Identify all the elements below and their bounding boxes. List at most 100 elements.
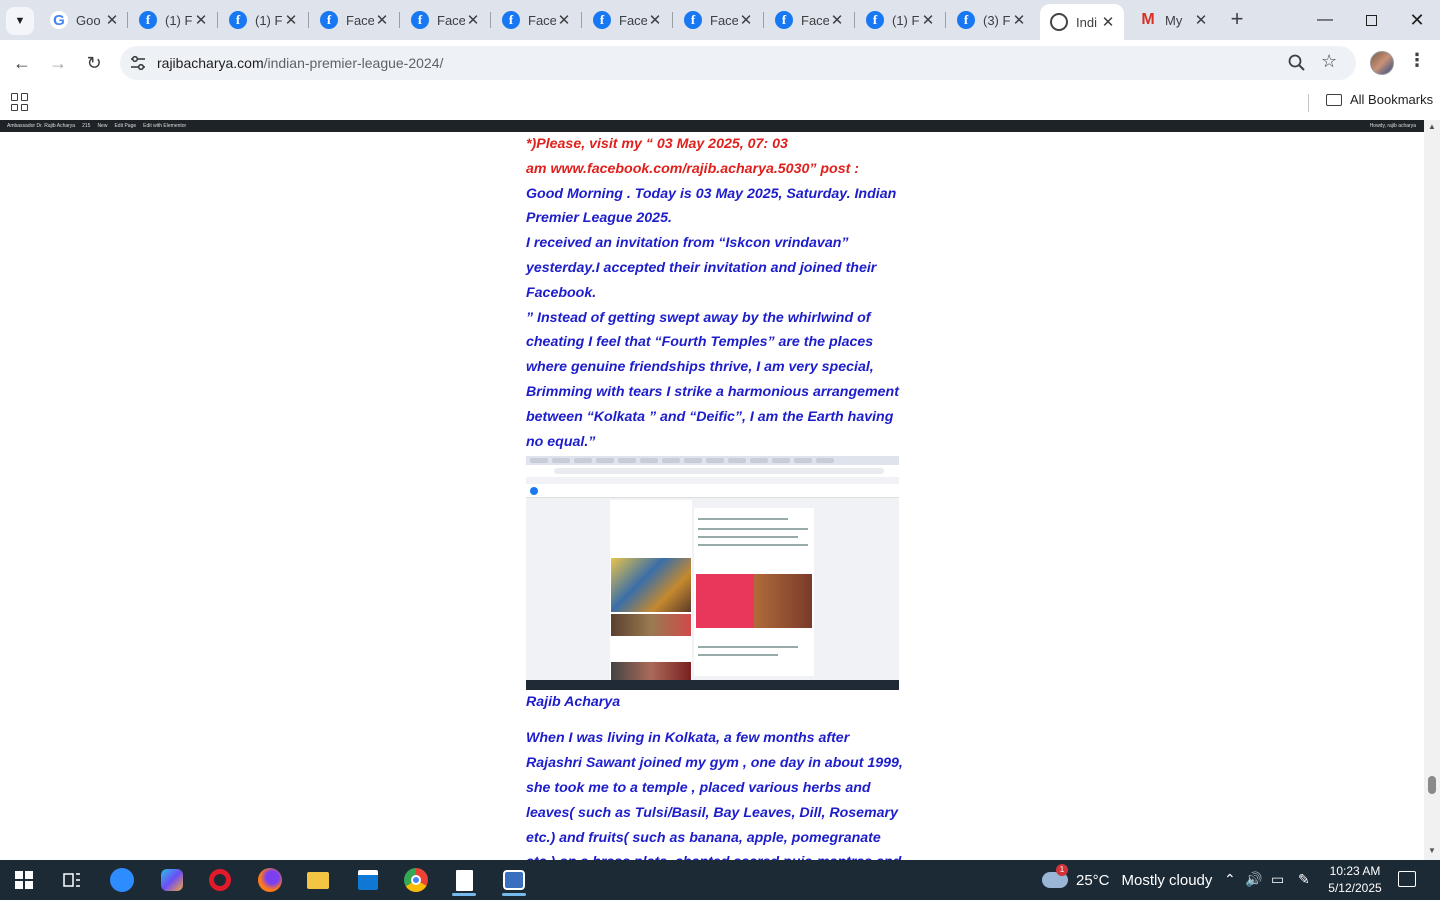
browser-tab[interactable]: f (3) F ✕ [947,4,1035,36]
article-paragraph: Brimming with tears I strike a harmoniou… [526,383,899,450]
network-icon[interactable]: ▭ [1271,871,1284,888]
firefox-icon[interactable] [250,864,290,896]
tab-close-icon[interactable]: ✕ [1011,11,1027,29]
browser-tab[interactable]: M My ✕ [1129,4,1217,36]
facebook-icon: f [775,11,793,29]
url-host: rajibacharya.com [157,55,264,71]
admin-bar-elementor[interactable]: Edit with Elementor [143,123,186,129]
opera-icon[interactable] [200,864,240,896]
browser-tab[interactable]: f Face ✕ [310,4,398,36]
address-bar[interactable]: rajibacharya.com/indian-premier-league-2… [120,46,1356,80]
facebook-icon: f [957,11,975,29]
close-icon: ✕ [1409,9,1425,30]
admin-bar-site-name[interactable]: Ambassador Dr. Rajib Acharya [7,123,75,129]
tab-separator [217,12,218,28]
system-clock[interactable]: 10:23 AM 5/12/2025 [1322,863,1388,897]
url-text[interactable]: rajibacharya.com/indian-premier-league-2… [157,55,443,71]
browser-tab[interactable]: f Face ✕ [765,4,853,36]
copilot-icon[interactable] [152,864,192,896]
tab-close-icon[interactable]: ✕ [283,11,299,29]
file-explorer-icon[interactable] [298,864,338,896]
new-tab-button[interactable]: + [1225,8,1249,32]
tab-close-icon[interactable]: ✕ [647,11,663,29]
tab-close-icon[interactable]: ✕ [1193,11,1209,29]
tab-title: My [1165,12,1183,28]
tab-close-icon[interactable]: ✕ [193,11,209,29]
windows-start-icon[interactable] [4,864,44,896]
article-body: *)Please, visit my “ 03 May 2025, 07: 03… [526,132,906,860]
browser-tab[interactable]: f Face ✕ [492,4,580,36]
bookmarks-divider [1308,94,1309,112]
pen-icon[interactable]: ✎ [1298,871,1310,888]
notification-center-icon[interactable] [1398,871,1416,887]
tab-search-button[interactable]: ▼ [6,7,34,35]
facebook-icon: f [593,11,611,29]
tab-title: Face [437,12,465,28]
task-view-icon[interactable] [52,864,92,896]
chevron-up-icon[interactable]: ⌃ [1224,871,1236,888]
minimize-button[interactable]: — [1302,0,1348,40]
tab-close-icon[interactable]: ✕ [374,11,390,29]
tab-close-icon[interactable]: ✕ [556,11,572,29]
weather-condition: Mostly cloudy [1121,871,1213,889]
reload-icon: ↻ [86,52,102,73]
browser-tab[interactable]: f Face ✕ [401,4,489,36]
page-content: *)Please, visit my “ 03 May 2025, 07: 03… [0,132,1424,860]
tab-separator [127,12,128,28]
tab-close-icon[interactable]: ✕ [465,11,481,29]
restore-button[interactable] [1348,0,1394,40]
chevron-down-icon: ▼ [14,15,26,27]
scroll-up-arrow-icon[interactable]: ▲ [1428,122,1436,131]
scrollbar-thumb[interactable] [1428,776,1436,794]
tab-title: Face [528,12,556,28]
browser-tab[interactable]: f (1) F ✕ [129,4,217,36]
speaker-icon[interactable]: 🔊 [1245,871,1262,888]
browser-tab[interactable]: f (1) F ✕ [219,4,307,36]
menu-kebab-icon[interactable]: ⋮ [1408,50,1426,71]
browser-tab[interactable]: f Face ✕ [583,4,671,36]
site-info-icon[interactable] [128,53,148,73]
admin-bar-edit-page[interactable]: Edit Page [114,123,136,129]
zoom-icon[interactable] [1287,53,1307,73]
forward-button[interactable]: → [44,49,72,77]
wp-admin-bar: Ambassador Dr. Rajib Acharya 215 New Edi… [0,120,1440,132]
browser-tab[interactable]: f Face ✕ [674,4,762,36]
chrome-icon[interactable] [396,864,436,896]
browser-toolbar: ← → ↻ rajibacharya.com/indian-premier-le… [0,40,1440,86]
tab-title: (3) F [983,12,1011,28]
browser-tab[interactable]: G Goo ✕ [40,4,128,36]
tab-close-icon[interactable]: ✕ [738,11,754,29]
tab-separator [763,12,764,28]
clock-time: 10:23 AM [1329,864,1381,878]
browser-tab[interactable]: f (1) F ✕ [856,4,944,36]
zoom-app-icon[interactable] [102,864,142,896]
tab-close-icon[interactable]: ✕ [829,11,845,29]
microsoft-store-icon[interactable] [348,864,388,896]
tab-close-icon[interactable]: ✕ [1100,13,1116,31]
weather-widget[interactable]: 1 25°C Mostly cloudy [1042,860,1212,900]
page-scrollbar[interactable]: ▲ ▼ [1424,120,1440,860]
browser-tab[interactable]: Indi ✕ [1040,4,1124,40]
close-window-button[interactable]: ✕ [1394,0,1440,40]
temperature: 25°C [1076,871,1110,889]
bookmark-star-icon[interactable]: ☆ [1321,51,1337,72]
admin-bar-comments[interactable]: 215 [82,123,90,129]
article-paragraph: ” Instead of getting swept away by the w… [526,309,874,376]
profile-avatar[interactable] [1370,51,1394,75]
facebook-icon: f [684,11,702,29]
facebook-icon: f [411,11,429,29]
admin-bar-new[interactable]: New [97,123,107,129]
all-bookmarks-button[interactable]: All Bookmarks [1326,92,1433,107]
facebook-icon: f [502,11,520,29]
apps-grid-icon[interactable] [11,93,29,111]
snipping-tool-icon[interactable] [494,864,534,896]
scroll-down-arrow-icon[interactable]: ▼ [1428,846,1436,855]
admin-bar-greeting[interactable]: Howdy, rajib acharya [1370,123,1416,129]
tab-title: Face [801,12,829,28]
notepad-icon[interactable] [444,864,484,896]
back-button[interactable]: ← [8,49,36,77]
reload-button[interactable]: ↻ [80,49,108,77]
tab-close-icon[interactable]: ✕ [920,11,936,29]
tab-close-icon[interactable]: ✕ [104,11,120,29]
cloud-icon: 1 [1042,864,1068,888]
